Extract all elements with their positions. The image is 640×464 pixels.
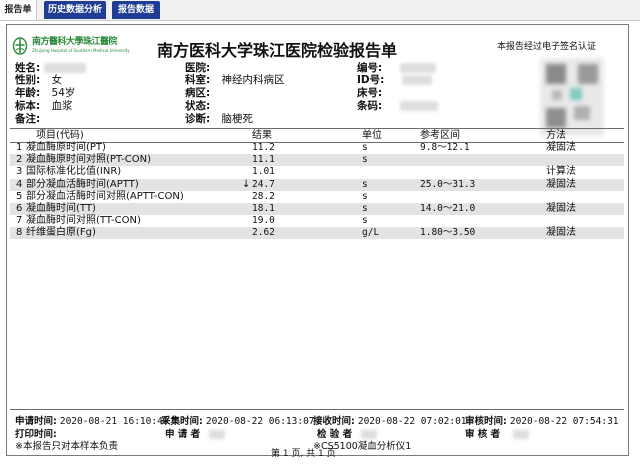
cell-unit: s <box>362 203 368 214</box>
col-unit: 单位 <box>362 130 382 141</box>
dept-value: 神经内科病区 <box>221 74 285 86</box>
cell-flag: ↓ <box>242 178 251 190</box>
barcode-field: 条码: <box>357 98 438 113</box>
applicant: 申 请 者 <box>165 426 226 440</box>
review-time: 审核时间: 2020-08-22 07:54:31 <box>465 413 619 427</box>
specimen-value: 血浆 <box>51 100 73 112</box>
cell-range: 14.0～21.0 <box>420 203 476 214</box>
cell-name: 凝血酶时间对照(TT-CON) <box>26 215 141 227</box>
cell-result: 19.0 <box>252 215 275 227</box>
qr-code-redacted <box>540 58 604 136</box>
disclaimer: ※本报告只对本样本负责 <box>15 441 118 452</box>
reviewer-label: 审 核 者 <box>465 429 501 440</box>
cell-no: 4 <box>16 178 23 190</box>
table-row: 3 国际标准化比值(INR) 1.01 计算法 <box>10 166 624 178</box>
cell-name: 国际标准化比值(INR) <box>26 166 122 178</box>
cell-no: 7 <box>16 215 23 227</box>
cell-no: 5 <box>16 190 23 202</box>
cell-unit: s <box>362 178 368 190</box>
cell-result: 11.2 <box>252 142 275 153</box>
results-table-header: 项目(代码) 结果 单位 参考区间 方法 <box>10 128 624 143</box>
table-row: 6 凝血酶时间(TT) 18.1 s 14.0～21.0 凝固法 <box>10 203 624 215</box>
cell-no: 6 <box>16 203 23 214</box>
table-row: 5 部分凝血活酶时间对照(APTT-CON) 28.2 s <box>10 191 624 203</box>
remark: 备注: <box>15 111 40 126</box>
table-row: 7 凝血酶时间对照(TT-CON) 19.0 s <box>10 215 624 227</box>
cell-unit: s <box>362 190 368 202</box>
e-signature-note: 本报告经过电子签名认证 <box>497 42 597 52</box>
cell-method: 凝固法 <box>546 227 576 239</box>
reviewer: 审 核 者 <box>465 426 530 440</box>
cell-unit: g/L <box>362 227 380 239</box>
page-number: 第 1 页, 共 1 页 <box>271 449 336 459</box>
logo-subtitle: Zhujiang Hospital of Southern Medical Un… <box>32 48 130 53</box>
tab-report[interactable]: 报告单 <box>0 0 37 20</box>
applicant-label: 申 请 者 <box>165 429 201 440</box>
apply-time-value: 2020-08-21 16:10:40 <box>59 416 169 427</box>
cell-name: 凝血酶原时间(PT) <box>26 142 106 153</box>
applicant-redacted <box>209 430 226 439</box>
receive-time: 接收时间: 2020-08-22 07:02:01 <box>313 413 467 427</box>
apply-time: 申请时间: 2020-08-21 16:10:40 <box>15 413 169 427</box>
cell-name: 纤维蛋白原(Fg) <box>26 227 96 239</box>
cell-result: 18.1 <box>252 203 275 214</box>
logo-text: 南方醫科大學珠江醫院 <box>32 37 118 47</box>
col-range: 参考区间 <box>420 130 460 141</box>
cell-method: 凝固法 <box>546 203 576 214</box>
cell-method: 凝固法 <box>546 178 576 190</box>
footer-divider <box>10 409 624 410</box>
cell-no: 8 <box>16 227 23 239</box>
table-row: 1 凝血酶原时间(PT) 11.2 s 9.8～12.1 凝固法 <box>10 142 624 154</box>
cell-no: 3 <box>16 166 23 178</box>
cell-range: 25.0～31.3 <box>420 178 476 190</box>
cell-result: 2.62 <box>252 227 275 239</box>
cell-range: 1.80～3.50 <box>420 227 476 239</box>
cell-result: 24.7 <box>252 178 275 190</box>
barcode-redacted <box>399 101 438 111</box>
cell-method: 计算法 <box>546 166 576 178</box>
cell-no: 2 <box>16 154 23 166</box>
cell-unit: s <box>362 215 368 227</box>
diagnosis-value: 脑梗死 <box>221 113 254 125</box>
diagnosis-label: 诊断: <box>185 113 211 125</box>
tab-report-data[interactable]: 报告数据 <box>112 1 160 19</box>
cell-no: 1 <box>16 142 23 153</box>
report-title: 南方医科大学珠江医院检验报告单 <box>157 41 398 60</box>
cell-name: 凝血酶原时间对照(PT-CON) <box>26 154 151 166</box>
cell-result: 1.01 <box>252 166 275 178</box>
hospital-emblem-icon <box>12 37 28 55</box>
cell-method: 凝固法 <box>546 142 576 153</box>
reviewer-redacted <box>513 430 530 439</box>
cell-unit: s <box>362 142 368 153</box>
cell-name: 部分凝血活酶时间(APTT) <box>26 178 139 190</box>
table-row: 8 纤维蛋白原(Fg) 2.62 g/L 1.80～3.50 凝固法 <box>10 227 624 240</box>
cell-result: 11.1 <box>252 154 275 166</box>
hospital-logo: 南方醫科大學珠江醫院 Zhujiang Hospital of Southern… <box>12 36 132 58</box>
diagnosis-field: 诊断: 脑梗死 <box>185 111 253 126</box>
col-item: 项目(代码) <box>36 130 84 141</box>
cell-name: 部分凝血活酶时间对照(APTT-CON) <box>26 190 184 202</box>
cell-result: 28.2 <box>252 190 275 202</box>
tab-bar: 报告单 历史数据分析 报告数据 <box>0 0 640 21</box>
col-method: 方法 <box>546 130 566 141</box>
tab-history-analysis[interactable]: 历史数据分析 <box>44 1 106 19</box>
table-row: 2 凝血酶原时间对照(PT-CON) 11.1 s <box>10 154 624 167</box>
col-result: 结果 <box>252 130 272 141</box>
collect-time: 采集时间: 2020-08-22 06:13:07 <box>161 413 315 427</box>
cell-unit: s <box>362 154 368 166</box>
table-row: 4 部分凝血活酶时间(APTT) ↓ 24.7 s 25.0～31.3 凝固法 <box>10 178 624 191</box>
cell-range: 9.8～12.1 <box>420 142 470 153</box>
report-sheet: 南方醫科大學珠江醫院 Zhujiang Hospital of Southern… <box>6 24 629 459</box>
cell-name: 凝血酶时间(TT) <box>26 203 96 214</box>
barcode-label: 条码: <box>357 100 383 112</box>
remark-label: 备注: <box>15 113 41 125</box>
id-redacted <box>401 75 432 85</box>
